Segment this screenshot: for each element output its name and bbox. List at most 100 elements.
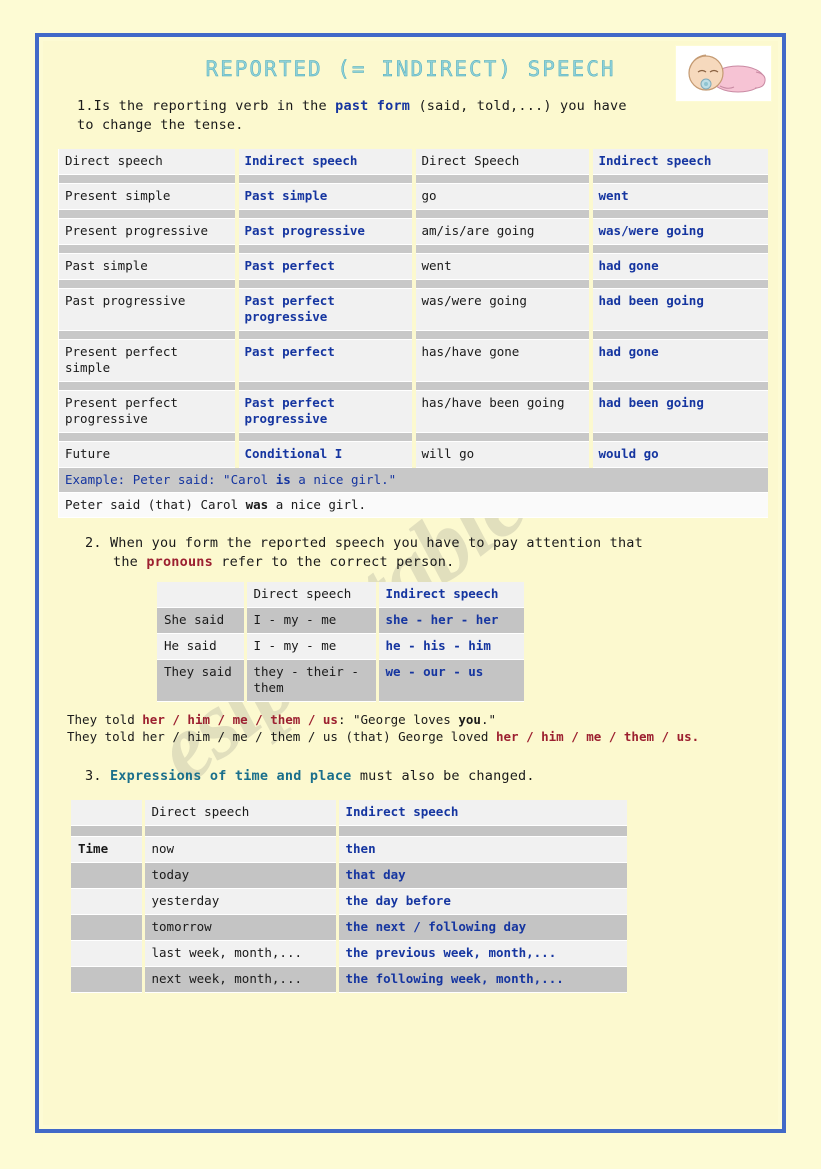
cell-indirect-example: had been going [590, 288, 768, 331]
spacer-row [71, 825, 627, 837]
table-row: tomorrow the next / following day [71, 914, 627, 941]
step2-number: 2. [85, 535, 102, 551]
pronoun-indirect: he - his - him [377, 633, 524, 660]
example-direct-pre: Example: Peter said: "Carol [65, 472, 276, 487]
step3-bold-phrase: Expressions of time and place [109, 768, 352, 784]
pronoun-subject: She said [157, 607, 247, 634]
table-row: He said I - my - me he - his - him [157, 633, 524, 660]
step2-line2: the pronouns refer to the correct person… [85, 553, 750, 572]
pronoun-col-header-blank [157, 582, 247, 608]
sentence-indirect-post: . [691, 729, 700, 744]
cell-direct-example: am/is/are going [413, 218, 593, 245]
cell-direct-tense: Present perfect simple [58, 339, 239, 382]
example-indirect-row: Peter said (that) Carol was a nice girl. [58, 492, 768, 518]
table-row: Present progressive Past progressive am/… [58, 218, 768, 245]
pronoun-example-sentences: They told her / him / me / them / us: "G… [43, 711, 778, 745]
time-category-label [71, 914, 145, 941]
table-row: yesterday the day before [71, 888, 627, 915]
spacer-row [58, 244, 768, 254]
tense-conversion-table: Direct speech Indirect speech Direct Spe… [58, 149, 768, 518]
worksheet-content: REPORTED (= INDIRECT) SPEECH 1.Is the re… [43, 41, 778, 993]
cell-direct-example: will go [413, 441, 593, 468]
step2-text-a: the [113, 554, 147, 570]
sentence-direct-end: ." [480, 712, 496, 727]
example-indirect-post: a nice girl. [268, 497, 367, 512]
table-row: Past simple Past perfect went had gone [58, 253, 768, 280]
time-direct: tomorrow [143, 914, 339, 941]
time-header-row: Direct speech Indirect speech [71, 800, 627, 826]
cell-direct-tense: Present perfect progressive [58, 390, 239, 433]
step1-paragraph: 1.Is the reporting verb in the past form… [43, 97, 778, 135]
step2-paragraph: 2. When you form the reported speech you… [43, 534, 778, 572]
sentence-direct-you: you [458, 712, 481, 727]
cell-indirect-tense: Past perfect [236, 339, 416, 382]
sentence-direct-highlight: her / him / me / them / us [142, 712, 338, 727]
step1-past-form: past form [335, 98, 411, 114]
table-header-row: Direct speech Indirect speech Direct Spe… [58, 149, 768, 175]
pronoun-header-row: Direct speech Indirect speech [157, 582, 524, 608]
step2-pronouns-word: pronouns [146, 554, 213, 570]
table-row: She said I - my - me she - her - her [157, 607, 524, 634]
time-direct: next week, month,... [143, 966, 339, 993]
cell-direct-tense: Future [58, 441, 239, 468]
time-indirect: the day before [337, 888, 627, 915]
page-title: REPORTED (= INDIRECT) SPEECH [205, 57, 616, 81]
pronoun-table: Direct speech Indirect speech She said I… [157, 582, 524, 702]
time-indirect: the next / following day [337, 914, 627, 941]
time-col-header-blank [71, 800, 145, 826]
table-row: next week, month,... the following week,… [71, 966, 627, 993]
time-section: Direct speech Indirect speech Time now t… [43, 800, 778, 993]
cell-indirect-example: had been going [590, 390, 768, 433]
step3-number: 3. [85, 768, 102, 784]
pronoun-subject: He said [157, 633, 247, 660]
table-row: Past progressive Past perfect progressiv… [58, 288, 768, 331]
table-row: Present perfect simple Past perfect has/… [58, 339, 768, 382]
pronoun-sentence-direct: They told her / him / me / them / us: "G… [43, 711, 778, 728]
example-direct-post: a nice girl." [290, 472, 397, 487]
example-direct-row: Example: Peter said: "Carol is a nice gi… [58, 467, 768, 493]
time-indirect: then [337, 836, 627, 863]
time-category-label: Time [71, 836, 145, 863]
cell-direct-example: go [413, 183, 593, 210]
col-header-indirect-1: Indirect speech [236, 149, 416, 175]
cell-indirect-tense: Past perfect [236, 253, 416, 280]
time-category-label [71, 966, 145, 993]
table-row: last week, month,... the previous week, … [71, 940, 627, 967]
table-row: They said they - their - them we - our -… [157, 659, 524, 702]
time-direct: now [143, 836, 339, 863]
time-direct: yesterday [143, 888, 339, 915]
pronoun-indirect: she - her - her [377, 607, 524, 634]
sentence-indirect-pre: They told her / him / me / them / us (th… [67, 729, 496, 744]
table-row: Present perfect progressive Past perfect… [58, 390, 768, 433]
cell-indirect-tense: Past perfect progressive [236, 288, 416, 331]
page-inner: eslprintables.com REPORTED (= INDIRECT) … [43, 41, 778, 1125]
col-header-direct-1: Direct speech [58, 149, 239, 175]
time-indirect: the following week, month,... [337, 966, 627, 993]
table-row: Time now then [71, 836, 627, 863]
time-category-label [71, 940, 145, 967]
table-row: Future Conditional I will go would go [58, 441, 768, 468]
pronoun-direct: they - their - them [245, 659, 379, 702]
pronoun-direct: I - my - me [245, 633, 379, 660]
step3-rest: must also be changed. [351, 768, 535, 784]
cell-indirect-example: had gone [590, 253, 768, 280]
table-row: today that day [71, 862, 627, 889]
example-direct-verb: is [275, 472, 291, 487]
sleeping-baby-icon [675, 45, 772, 102]
table-row: Present simple Past simple go went [58, 183, 768, 210]
pronoun-col-header-indirect: Indirect speech [377, 582, 524, 608]
cell-indirect-example: went [590, 183, 768, 210]
pronoun-indirect: we - our - us [377, 659, 524, 702]
cell-direct-example: has/have been going [413, 390, 593, 433]
spacer-row [58, 381, 768, 391]
cell-direct-tense: Present progressive [58, 218, 239, 245]
step1-number: 1. [77, 98, 94, 114]
cell-indirect-example: had gone [590, 339, 768, 382]
step1-text-a: Is the reporting verb in the [93, 98, 336, 114]
step3-paragraph: 3. Expressions of time and place must al… [43, 767, 778, 786]
example-direct-sentence: Example: Peter said: "Carol is a nice gi… [58, 467, 768, 493]
col-header-direct-2: Direct Speech [413, 149, 593, 175]
time-col-header-direct: Direct speech [143, 800, 339, 826]
time-col-header-indirect: Indirect speech [337, 800, 627, 826]
step1-line2: to change the tense. [77, 117, 244, 133]
